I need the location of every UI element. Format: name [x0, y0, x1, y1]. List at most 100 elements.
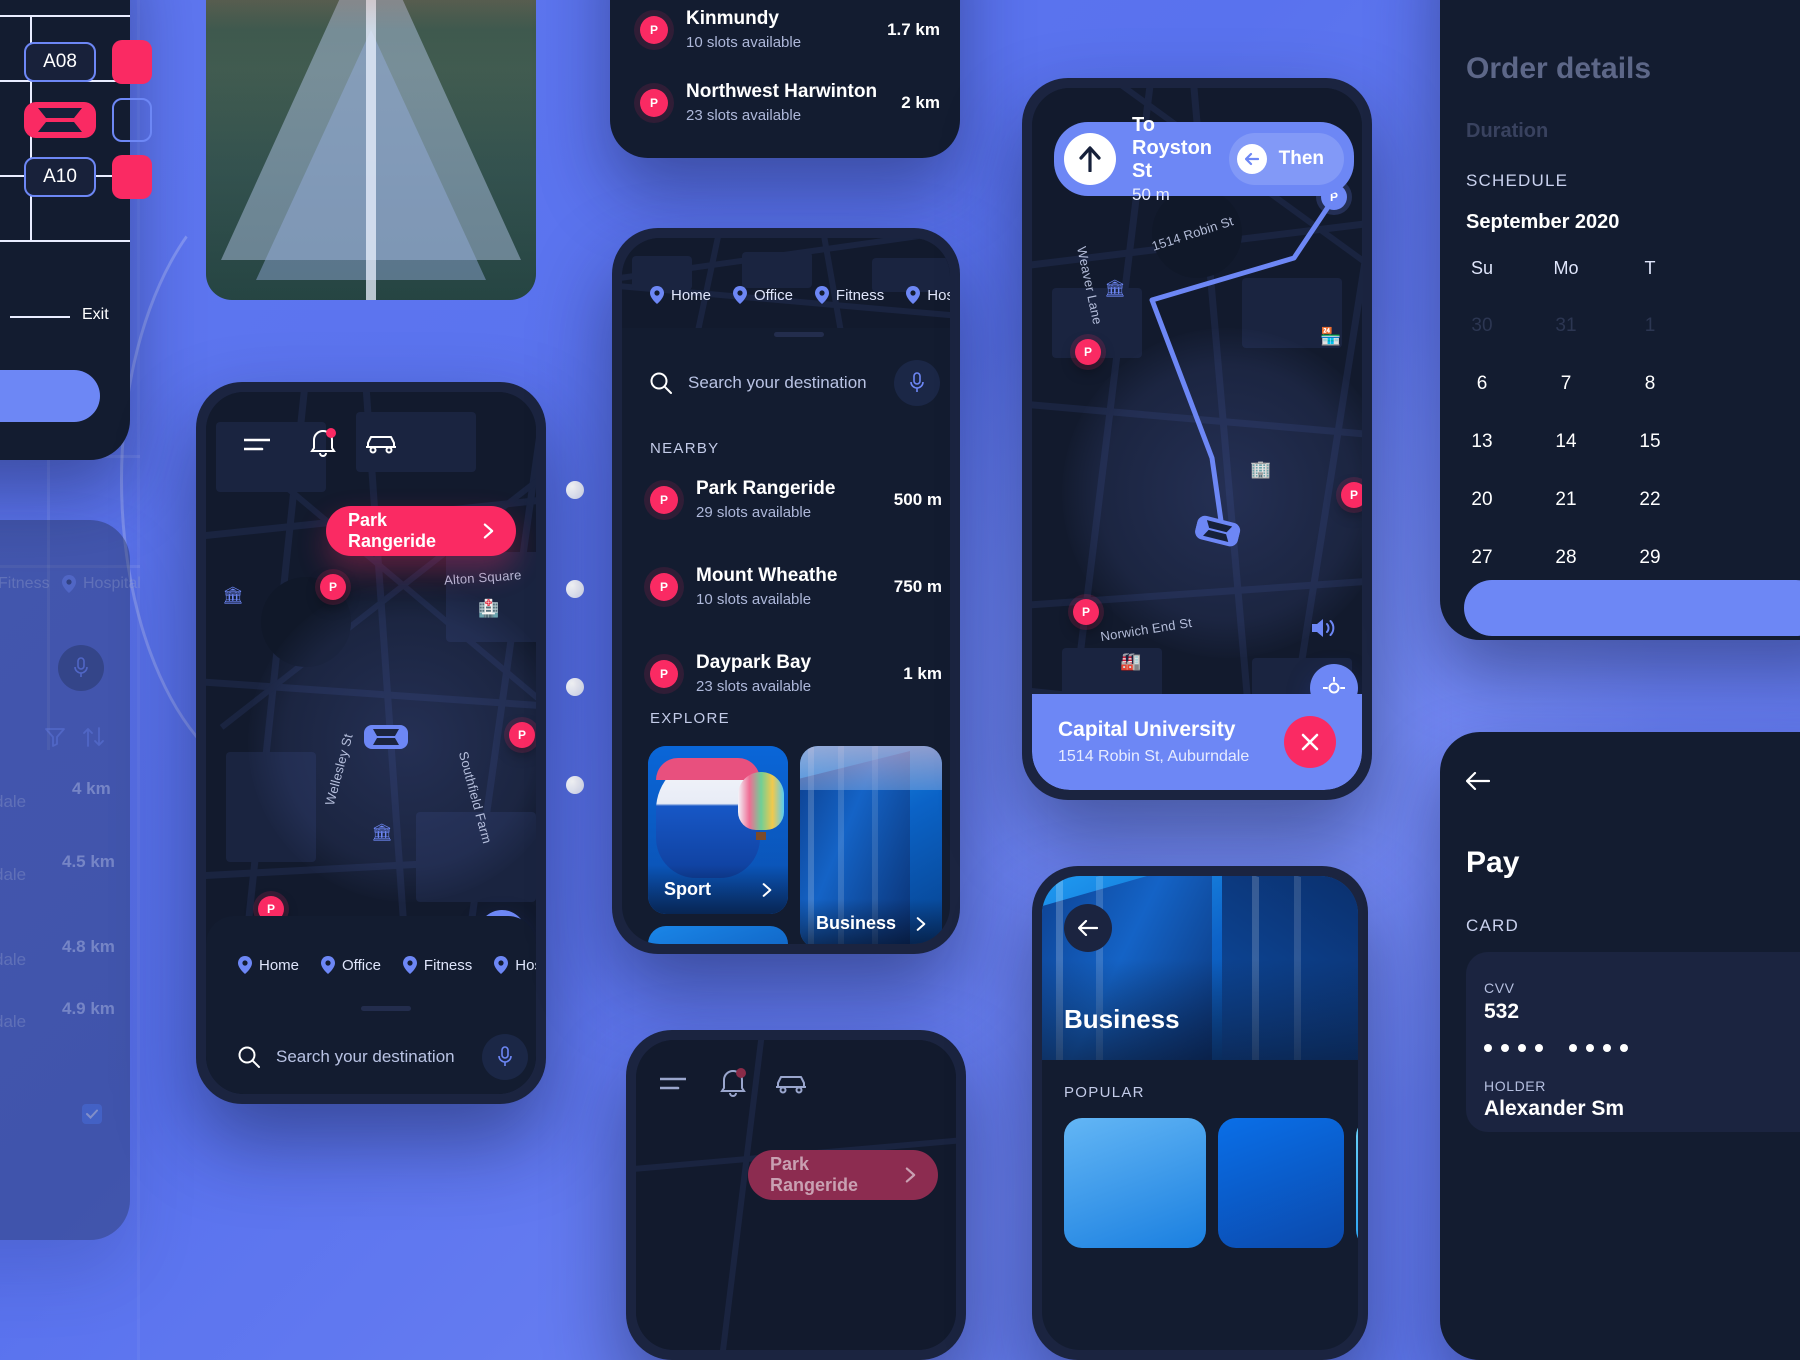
home-toolbar-car[interactable] [366, 434, 396, 459]
home-toolbar-bell[interactable] [310, 428, 336, 463]
nav-instruction-banner[interactable]: To Royston St 50 m Then [1054, 114, 1354, 204]
home-chip-office-label: Office [342, 956, 381, 974]
explore-label: EXPLORE [650, 710, 730, 727]
bottom-phone-bell-icon[interactable] [720, 1068, 746, 1103]
deck-action-button[interactable] [0, 370, 100, 422]
faded-chip-hospital[interactable]: Hospital [62, 575, 141, 593]
search-icon [650, 372, 672, 394]
home-chip-home[interactable]: Home [238, 956, 299, 974]
bottom-phone-destination-pill[interactable]: Park Rangeride [748, 1150, 938, 1200]
faded-filter-button[interactable] [44, 726, 66, 753]
calendar-day-27[interactable]: 27 [1460, 547, 1504, 569]
nav-store-poi-icon: 🏪 [1320, 327, 1342, 346]
search-chip-fitness[interactable]: Fitness [814, 286, 884, 304]
carousel-dot-4[interactable] [566, 776, 584, 794]
top-list-row-0-distance: 1.7 km [887, 19, 940, 39]
order-duration-label: Duration [1466, 120, 1549, 142]
deck-line-top [0, 15, 130, 17]
nearby-row-0-slots: 29 slots available [696, 504, 812, 521]
top-list-row-0[interactable]: P Kinmundy 10 slots available 1.7 km [640, 8, 940, 51]
business-popular-card-2[interactable] [1356, 1118, 1358, 1248]
search-chip-office[interactable]: Office [733, 286, 793, 304]
home-toolbar-menu[interactable] [242, 437, 272, 458]
home-destination-pill[interactable]: Park Rangeride [326, 506, 516, 556]
faded-row-2-name: dale [0, 950, 27, 969]
deck-slot-a10[interactable]: A10 [24, 157, 96, 197]
calendar-day-6[interactable]: 6 [1460, 373, 1504, 395]
menu-icon [658, 1077, 688, 1090]
carousel-dot-2[interactable] [566, 580, 584, 598]
business-popular-card-1[interactable] [1218, 1118, 1344, 1248]
parking-badge-icon: P [650, 485, 678, 514]
explore-card-business[interactable]: Business [800, 746, 942, 944]
explore-card-sport[interactable]: Sport [648, 746, 788, 914]
calendar-day-7[interactable]: 7 [1544, 373, 1588, 395]
bottom-phone-car-icon[interactable] [776, 1074, 806, 1099]
bottom-phone-menu-icon[interactable] [658, 1076, 688, 1097]
home-phone-screen: 🏛 🏥 🏛 P P P Alton Square Wellesley St So… [206, 392, 536, 1094]
nav-parking-pin-1[interactable]: P [1075, 339, 1101, 365]
search-bar[interactable]: Search your destination [650, 360, 940, 406]
search-sheet-handle[interactable] [774, 332, 824, 337]
nearby-row-1[interactable]: P Mount Wheathe 10 slots available 750 m [650, 565, 942, 608]
nav-parking-pin-2[interactable]: P [1341, 482, 1362, 508]
home-chip-fitness[interactable]: Fitness [402, 956, 472, 974]
calendar-day-28[interactable]: 28 [1544, 547, 1588, 569]
parking-pin-2[interactable]: P [509, 722, 535, 748]
nav-parking-pin-3[interactable]: P [1073, 599, 1099, 625]
explore-card-partial-3[interactable] [648, 926, 788, 944]
calendar-day-13[interactable]: 13 [1460, 431, 1504, 453]
calendar-day-blank-0 [1712, 315, 1756, 337]
nav-close-button[interactable] [1284, 716, 1336, 768]
business-hero-title: Business [1064, 1004, 1180, 1034]
map-pin-icon [494, 956, 509, 974]
faded-mic-button[interactable] [58, 645, 104, 691]
calendar-day-22[interactable]: 22 [1628, 489, 1672, 511]
nearby-row-2[interactable]: P Daypark Bay 23 slots available 1 km [650, 652, 942, 695]
faded-checkbox[interactable] [82, 1104, 102, 1124]
top-list-row-1[interactable]: P Northwest Harwinton 23 slots available… [640, 81, 940, 124]
parking-pin-1[interactable]: P [320, 574, 346, 600]
calendar-day-20[interactable]: 20 [1460, 489, 1504, 511]
nav-sound-button[interactable] [1310, 616, 1336, 645]
calendar-day-31[interactable]: 31 [1544, 315, 1588, 337]
home-search-bar[interactable]: Search your destination [238, 1034, 528, 1080]
home-mic-button[interactable] [482, 1034, 528, 1080]
calendar-day-15[interactable]: 15 [1628, 431, 1672, 453]
search-chip-home[interactable]: Home [650, 286, 711, 304]
nearby-row-0[interactable]: P Park Rangeride 29 slots available 500 … [650, 478, 942, 521]
order-confirm-button[interactable] [1464, 580, 1800, 636]
business-back-button[interactable] [1064, 904, 1112, 952]
calendar-day-30[interactable]: 30 [1460, 315, 1504, 337]
arrow-left-icon [1078, 920, 1098, 936]
home-chip-home-label: Home [259, 956, 300, 974]
pay-back-button[interactable] [1465, 771, 1491, 795]
business-phone-screen: Business POPULAR [1042, 876, 1358, 1350]
faded-row-0-distance: 4 km [72, 779, 111, 798]
nav-then-pill[interactable]: Then [1228, 133, 1344, 185]
calendar-day-14[interactable]: 14 [1544, 431, 1588, 453]
nearby-row-2-distance: 1 km [903, 663, 942, 683]
calendar-day-29[interactable]: 29 [1628, 547, 1672, 569]
empty-slot-right[interactable] [112, 98, 152, 142]
chevron-right-icon [483, 523, 494, 539]
faded-sort-button[interactable] [82, 726, 106, 753]
faded-chip-fitness[interactable]: Fitness [0, 575, 50, 593]
calendar-day-1[interactable]: 1 [1628, 315, 1672, 337]
business-popular-card-0[interactable] [1064, 1118, 1206, 1248]
calendar-day-21[interactable]: 21 [1544, 489, 1588, 511]
calendar-day-8[interactable]: 8 [1628, 373, 1672, 395]
bg-line-1 [137, 0, 140, 1360]
search-mic-button[interactable] [894, 360, 940, 406]
home-sheet-handle[interactable] [361, 1006, 411, 1011]
map-pin-icon [62, 575, 76, 593]
deck-slot-a08[interactable]: A08 [24, 42, 96, 82]
home-chip-hospital-label: Hospital [515, 956, 536, 974]
carousel-dot-1[interactable] [566, 481, 584, 499]
home-chip-office[interactable]: Office [321, 956, 381, 974]
carousel-dot-3[interactable] [566, 678, 584, 696]
nav-destination-card: Capital University 1514 Robin St, Auburn… [1032, 694, 1362, 790]
business-popular-label: POPULAR [1064, 1084, 1145, 1101]
search-chip-hospital[interactable]: Hospital [906, 286, 950, 304]
home-chip-hospital[interactable]: Hospital [494, 956, 536, 974]
